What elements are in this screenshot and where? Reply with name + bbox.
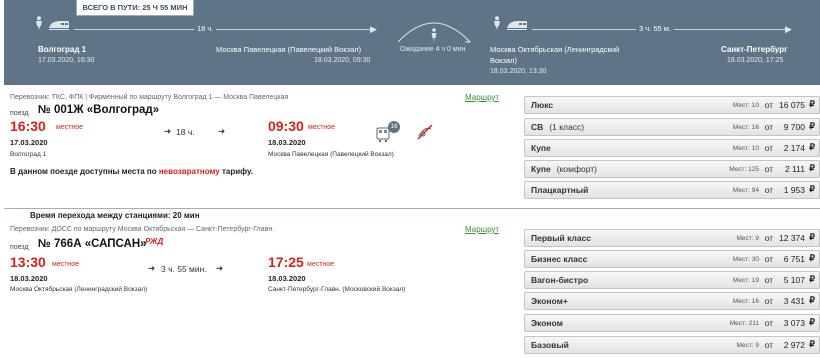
departure-local-label: местное <box>52 261 80 268</box>
transfer-departure-datetime: 18.03.2020, 13:30 <box>490 68 547 75</box>
departure-date: 17.03.2020 <box>10 138 48 147</box>
fare-option[interactable]: Базовый Мест: 9 от 2 972 ₽ <box>524 336 820 354</box>
arrow-right-icon: ➜ <box>218 126 226 136</box>
passenger-icon <box>492 16 502 35</box>
leg1-line <box>74 29 374 30</box>
departure-time: 16:30 <box>10 118 46 134</box>
non-refundable-highlight: невозвратному <box>158 167 220 176</box>
ruble-icon: ₽ <box>809 232 815 242</box>
arrow-right-icon: ➜ <box>164 126 172 136</box>
train-icon <box>48 18 70 36</box>
non-refundable-notice: В данном поезде доступны места по невозв… <box>10 167 254 176</box>
arrival-date: 18.03.2020 <box>268 274 306 283</box>
fare-option[interactable]: СВ (1 класс) Мест: 16 от 9 700 ₽ <box>524 118 820 136</box>
destination-station: Санкт-Петербург <box>721 45 788 54</box>
total-travel-time-badge: ВСЕГО В ПУТИ: 25 Ч 55 МИН <box>76 0 194 16</box>
leg2-duration: 3 ч. 55 м. <box>636 24 674 33</box>
arrival-time: 09:30 <box>268 118 304 134</box>
ruble-icon: ₽ <box>809 339 815 349</box>
arrival-station: Санкт-Петербург-Главн. (Московский Вокза… <box>268 286 406 293</box>
segment-divider <box>4 208 820 209</box>
fare-option[interactable]: Вагон-бистро Мест: 19 от 5 107 ₽ <box>524 271 820 289</box>
rzd-logo: РЖД <box>145 237 164 246</box>
train-segment-1: Перевозчик: ТКС, ФПК | Фирменный по марш… <box>4 87 820 207</box>
ruble-icon: ₽ <box>809 274 815 284</box>
arrival-date: 18.03.2020 <box>268 138 306 147</box>
departure-date: 18.03.2020 <box>10 274 48 283</box>
transfer-arrival-datetime: 18.03.2020, 09:30 <box>314 57 371 64</box>
wait-arc-icon <box>396 12 472 49</box>
train-name[interactable]: № 001Ж «Волгоград» <box>38 104 159 116</box>
ruble-icon: ₽ <box>809 317 815 327</box>
origin-station: Волгоград 1 <box>38 45 87 54</box>
wait-time-text: Ожидание 4 ч 0 мин <box>400 46 466 53</box>
fare-option[interactable]: Бизнес класс Мест: 30 от 6 751 ₽ <box>524 250 820 268</box>
ruble-icon: ₽ <box>809 184 815 194</box>
route-link[interactable]: Маршрут <box>465 93 499 102</box>
leg1-arrow-icon: ▶ <box>370 24 377 34</box>
train-segment-2: Перевозчик: ДОСС по маршруту Москва Октя… <box>4 222 820 358</box>
ruble-icon: ₽ <box>809 253 815 263</box>
arrival-time: 17:25 <box>268 254 304 270</box>
arrival-local-label: местное <box>307 261 335 268</box>
transfer-arrival-station: Москва Павелецкая (Павелецкий Вокзал) <box>216 45 362 54</box>
fare-option[interactable]: Купе (комфорт) Мест: 125 от 2 111 ₽ <box>524 160 820 178</box>
transfer-time-text: Время перехода между станциями: 20 мин <box>30 211 200 220</box>
fare-option[interactable]: Плацкартный Мест: 94 от 1 953 ₽ <box>524 181 820 199</box>
transfer-departure-station-line1: Москва Октябрьская (Ленинградский <box>490 45 620 54</box>
destination-datetime: 18.03.2020, 17:25 <box>727 57 784 64</box>
ruble-icon: ₽ <box>809 99 815 109</box>
transfer-departure-station-line2: Вокзал) <box>490 56 518 65</box>
train-name[interactable]: № 766А «САПСАН» <box>38 238 147 250</box>
departure-time: 13:30 <box>10 254 46 270</box>
travel-duration: 18 ч. <box>176 127 195 137</box>
arrival-station: Москва Павелецкая (Павелецкий Вокзал) <box>268 151 394 158</box>
no-pets-icon <box>416 123 434 146</box>
leg1-duration: 18 ч. <box>194 24 217 33</box>
carrier-info: Перевозчик: ТКС, ФПК | Фирменный по марш… <box>10 94 289 101</box>
ruble-icon: ₽ <box>809 142 815 152</box>
train-word: поезд <box>10 244 29 251</box>
fare-option[interactable]: Люкс Мест: 10 от 16 075 ₽ <box>524 96 820 114</box>
fare-option[interactable]: Первый класс Мест: 9 от 12 374 ₽ <box>524 229 820 247</box>
train-icon <box>506 18 528 36</box>
passenger-icon <box>34 16 44 35</box>
fare-option[interactable]: Эконом Мест: 211 от 3 073 ₽ <box>524 314 820 332</box>
arrow-right-icon: ➜ <box>148 263 156 273</box>
leg2-arrow-icon: ▶ <box>785 24 792 34</box>
departure-local-label: местное <box>56 124 84 131</box>
journey-summary-header: ВСЕГО В ПУТИ: 25 Ч 55 МИН 18 ч. ▶ Ожидан… <box>4 0 820 85</box>
wagon-count-badge: 16 <box>388 121 400 133</box>
arrival-local-label: местное <box>308 124 336 131</box>
departure-station: Волгоград 1 <box>10 151 47 158</box>
ruble-icon: ₽ <box>809 163 815 173</box>
ruble-icon: ₽ <box>809 121 815 131</box>
train-word: поезд <box>10 110 29 117</box>
origin-datetime: 17.03.2020, 16:30 <box>38 57 95 64</box>
arrow-right-icon: ➜ <box>216 263 224 273</box>
ruble-icon: ₽ <box>809 295 815 305</box>
route-link[interactable]: Маршрут <box>465 225 499 234</box>
carrier-info: Перевозчик: ДОСС по маршруту Москва Октя… <box>10 226 275 233</box>
travel-duration: 3 ч. 55 мин. <box>161 264 207 274</box>
departure-station: Москва Октябрьская (Ленинградский Вокзал… <box>10 286 148 293</box>
fare-option[interactable]: Купе Мест: 10 от 2 174 ₽ <box>524 139 820 157</box>
fare-option[interactable]: Эконом+ Мест: 16 от 3 431 ₽ <box>524 292 820 310</box>
